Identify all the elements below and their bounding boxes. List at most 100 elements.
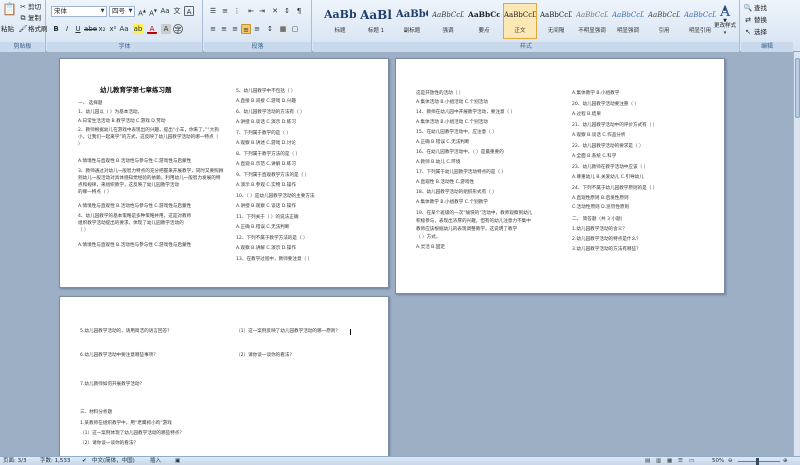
question-line: （2）请你谈一谈你的看法？ [80, 441, 139, 446]
clipboard-group-label: 剪贴板 [0, 42, 45, 52]
copy-icon[interactable]: ⧉ [18, 13, 28, 23]
shrink-font-icon[interactable]: A▼ [148, 6, 158, 17]
style-item[interactable]: AaBbCcDt 强调 [431, 3, 465, 39]
view-full-screen-icon[interactable]: ▥ [656, 457, 661, 465]
macro-record-icon[interactable]: ▣ [175, 457, 180, 465]
document-page-3[interactable]: 5.幼儿园教学活动的，请用简洁的语言回答？ 6.幼儿园教学活动中要注意哪些事项？… [59, 296, 389, 465]
style-item[interactable]: AaBbC 标题 [323, 3, 357, 39]
sort-icon[interactable]: ↕ [282, 6, 292, 16]
paragraph-group: ☰ ≡ ⋮ ⇤ ⇥ ✕ ↕ ¶ ≡ ≡ ≡ ≡ ≡ ↕ ▦ ▢ 段落 [204, 0, 312, 52]
font-name-combo[interactable]: 宋体 ▼ [51, 6, 107, 17]
style-item[interactable]: AaBbC 副标题 [395, 3, 429, 39]
option-line: A.集体活动 B.小组活动 C.个别活动 [416, 120, 488, 125]
zoom-slider-thumb[interactable] [756, 458, 759, 465]
highlight-icon[interactable]: ab [133, 24, 143, 34]
chevron-down-icon[interactable]: ▼ [99, 7, 106, 16]
change-case-icon[interactable]: Aa [119, 24, 129, 34]
question-line: 11、下列关于（ ）的说法正确 [236, 215, 299, 220]
scrollbar-thumb[interactable] [795, 58, 800, 118]
question-line: 16、在幼儿园教学活动中，（ ）是最重要的 [416, 150, 504, 155]
status-insert-mode[interactable]: 插入 [150, 457, 161, 465]
status-zoom-level[interactable]: 50% [712, 457, 724, 465]
clear-format-icon[interactable]: Aa [160, 6, 170, 16]
copy-button[interactable]: 复制 [28, 13, 41, 24]
font-size-combo[interactable]: 四号 ▼ [109, 6, 135, 17]
chevron-down-icon[interactable]: ▼ [127, 7, 134, 16]
document-page-1[interactable]: 幼儿教育学第七章练习题 一、 选择题 1、幼儿园以（ ）为基本活动。 A.日常生… [59, 58, 389, 288]
cut-icon[interactable]: ✂ [18, 2, 28, 12]
question-line: 7.幼儿教师如何开展教学活动？ [80, 382, 145, 387]
document-page-2[interactable]: 这是开放性的活动（ ） A.集体活动 B.小组活动 C.个别活动 14、教师在幼… [395, 58, 725, 294]
bold-icon[interactable]: B [51, 24, 61, 34]
align-center-icon[interactable]: ≡ [219, 24, 229, 34]
view-draft-icon[interactable]: ▭ [689, 457, 694, 465]
cut-button[interactable]: 剪切 [28, 2, 41, 13]
bullets-icon[interactable]: ☰ [208, 6, 218, 16]
multilevel-list-icon[interactable]: ⋮ [232, 6, 242, 16]
option-line: A.教师 B.幼儿 C.环境 [416, 160, 461, 165]
style-item[interactable]: AaBbCcD 要点 [467, 3, 501, 39]
page-title: 幼儿教育学第七章练习题 [100, 86, 172, 94]
char-border-icon[interactable]: A [184, 6, 194, 16]
change-styles-button[interactable]: A 更改样式 [711, 3, 739, 41]
style-item[interactable]: AaBbCcDt 明显强调 [611, 3, 645, 39]
zoom-in-icon[interactable]: ⊕ [783, 457, 788, 465]
format-painter-button[interactable]: 格式刷 [28, 24, 48, 35]
line-spacing-icon[interactable]: ↕ [265, 24, 275, 34]
status-word-count[interactable]: 字数: 1,533 [40, 457, 70, 465]
find-button[interactable]: 查找 [754, 3, 767, 14]
vertical-scrollbar[interactable] [793, 52, 800, 456]
find-icon[interactable]: 🔍 [743, 3, 753, 13]
align-left-icon[interactable]: ≡ [208, 24, 218, 34]
style-item[interactable]: AaBl 标题 1 [359, 3, 393, 39]
italic-icon[interactable]: I [62, 24, 72, 34]
shading-icon[interactable]: ▦ [278, 24, 288, 34]
style-name: 无间隔 [547, 28, 565, 34]
zoom-out-icon[interactable]: ⊖ [728, 457, 733, 465]
view-web-layout-icon[interactable]: ▦ [667, 457, 672, 465]
style-sample: AaBbC [396, 9, 428, 20]
select-icon[interactable]: ↖ [743, 27, 753, 37]
font-group-label: 字体 [47, 42, 202, 52]
increase-indent-icon[interactable]: ⇥ [257, 6, 267, 16]
format-painter-icon[interactable]: 🖌 [18, 24, 28, 34]
align-right-icon[interactable]: ≡ [230, 24, 240, 34]
borders-icon[interactable]: ▢ [290, 24, 300, 34]
style-item[interactable]: AaBbCcDt 无间隔 [539, 3, 573, 39]
show-marks-icon[interactable]: ¶ [294, 6, 304, 16]
subscript-icon[interactable]: x₂ [97, 24, 107, 34]
font-color-icon[interactable]: A [147, 24, 157, 34]
option-line: A.演示 B.参观 C.实物 D.操作 [236, 183, 296, 188]
select-button[interactable]: 选择 [754, 27, 767, 38]
style-item-active[interactable]: AaBbCcDt 正文 [503, 3, 537, 39]
justify-icon[interactable]: ≡ [241, 24, 251, 34]
strikethrough-icon[interactable]: abe [84, 24, 97, 34]
superscript-icon[interactable]: x² [108, 24, 118, 34]
grow-font-icon[interactable]: A▲ [137, 6, 147, 17]
view-outline-icon[interactable]: ☰ [678, 457, 683, 465]
question-line: 24、下列不属于幼儿园教学原则的是（ ） [572, 186, 658, 191]
underline-icon[interactable]: U [73, 24, 83, 34]
question-line: （1）这一案例反映了幼儿园教学活动的哪一原则？ [236, 329, 340, 334]
char-shading-icon[interactable]: A [161, 24, 171, 34]
zoom-slider[interactable] [738, 461, 780, 462]
option-line: A.观察 B.谈话 C.作品分析 [572, 133, 626, 138]
distributed-icon[interactable]: ≡ [252, 24, 262, 34]
view-print-layout-icon[interactable]: ▤ [645, 457, 650, 465]
decrease-indent-icon[interactable]: ⇤ [246, 6, 256, 16]
paste-icon[interactable]: 📋 [2, 3, 17, 22]
style-item[interactable]: AaBbCcDt 引用 [647, 3, 681, 39]
status-page[interactable]: 页面: 3/3 [3, 457, 26, 465]
paste-button[interactable]: 粘贴 [1, 24, 14, 35]
style-sample: AaBbCcD [468, 10, 500, 19]
status-language[interactable]: 中文(简体，中国) [92, 457, 135, 465]
proofing-icon[interactable]: ✔ [82, 457, 87, 465]
replace-icon[interactable]: ⇄ [743, 15, 753, 25]
chinese-layout-icon[interactable]: ✕ [270, 6, 280, 16]
replace-button[interactable]: 替换 [754, 15, 767, 26]
style-item[interactable]: AaBbCcDt 不明显强调 [575, 3, 609, 39]
enclose-char-icon[interactable]: 字 [173, 24, 183, 34]
numbering-icon[interactable]: ≡ [220, 6, 230, 16]
document-area[interactable]: 幼儿教育学第七章练习题 一、 选择题 1、幼儿园以（ ）为基本活动。 A.日常生… [0, 52, 800, 465]
phonetic-icon[interactable]: 文 [172, 6, 182, 16]
